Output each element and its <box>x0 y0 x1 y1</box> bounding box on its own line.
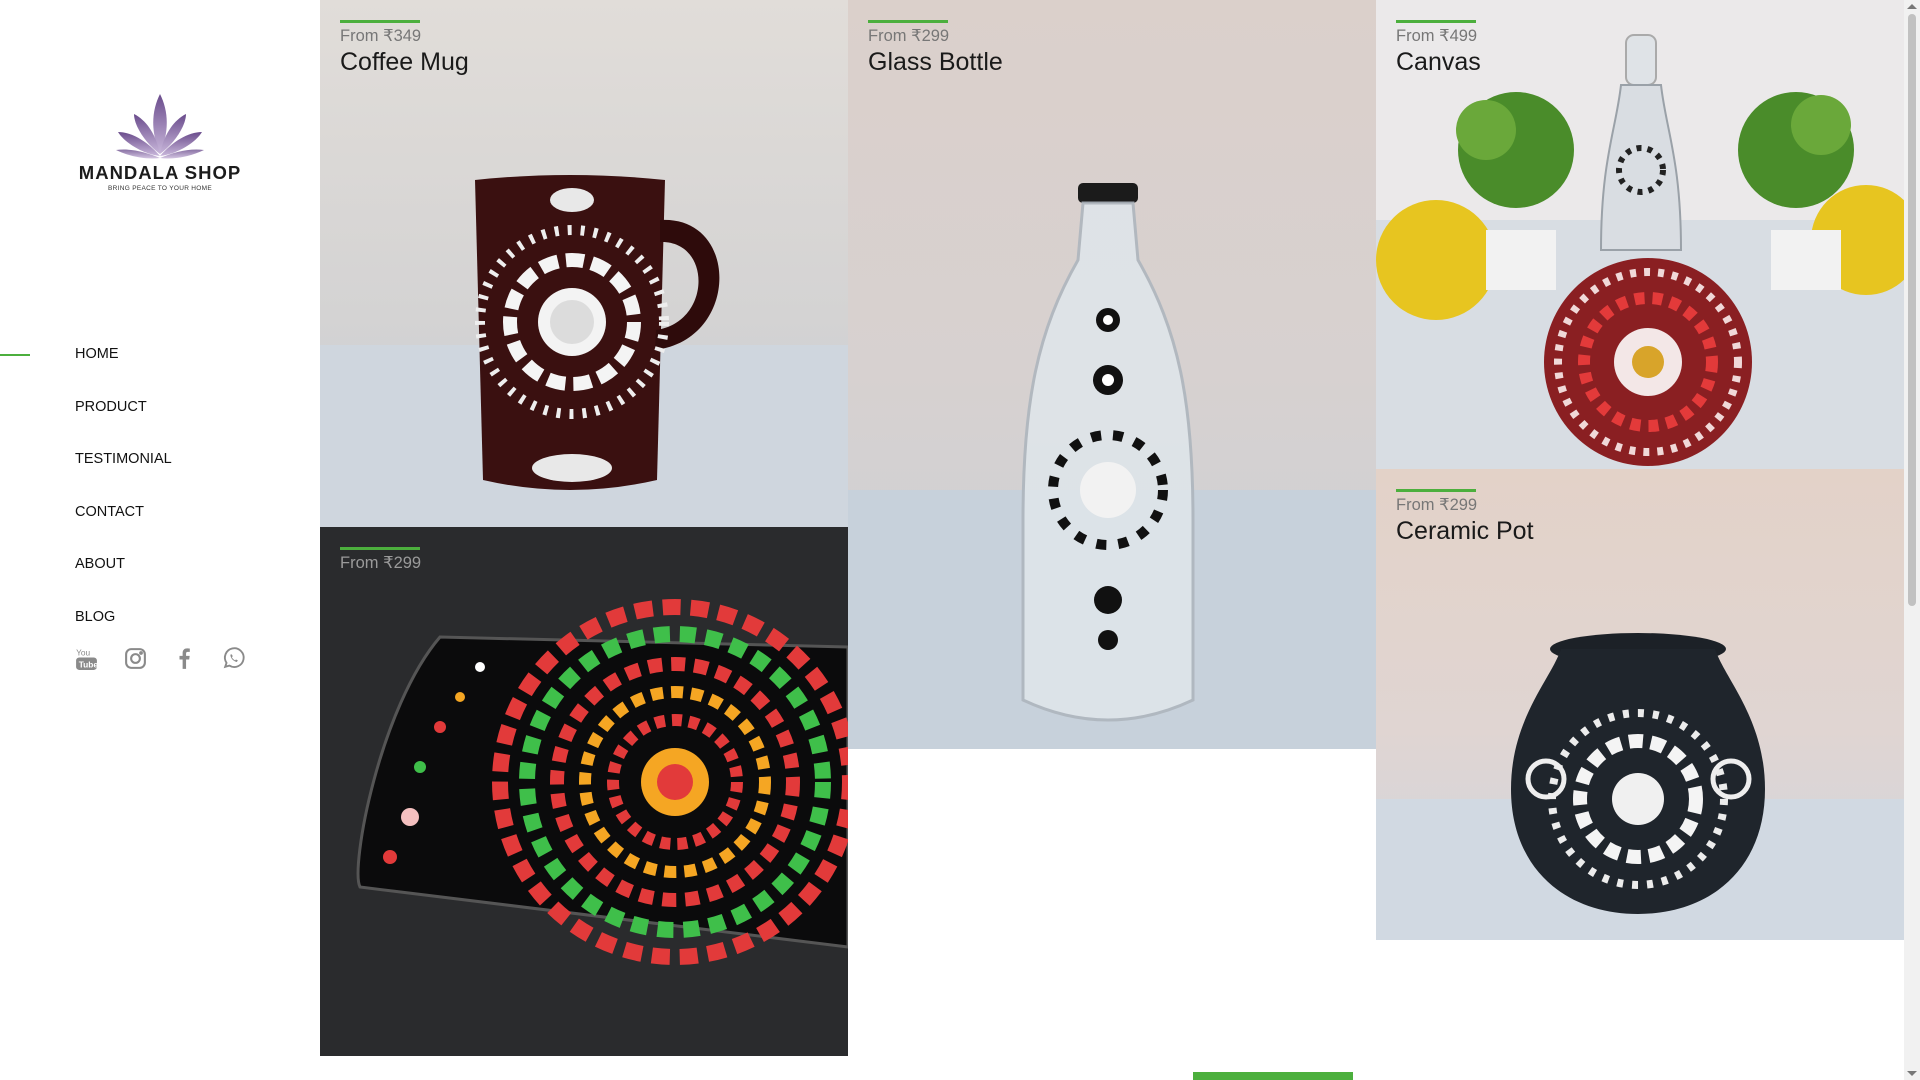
nav-link-about[interactable]: ABOUT <box>75 556 125 572</box>
product-card-coffee-mug[interactable]: From ₹349 Coffee Mug <box>320 0 848 527</box>
brand-name: MANDALA SHOP <box>78 162 242 183</box>
product-price: From ₹349 <box>340 27 422 45</box>
brand-tagline: BRING PEACE TO YOUR HOME <box>108 185 212 192</box>
price-accent-bar <box>340 547 420 550</box>
scrollbar-thumb[interactable] <box>1908 14 1916 606</box>
product-price: From ₹299 <box>1396 496 1478 514</box>
nav-link-home[interactable]: HOME <box>75 346 119 362</box>
product-price: From ₹299 <box>340 554 422 572</box>
brand-logo[interactable]: MANDALA SHOP BRING PEACE TO YOUR HOME <box>70 92 250 192</box>
coffee-mug-image <box>320 0 848 527</box>
product-title: Ceramic Pot <box>1396 517 1534 545</box>
price-accent-bar <box>1396 20 1476 23</box>
scroll-up-arrow-icon[interactable] <box>1907 4 1917 9</box>
product-price: From ₹299 <box>868 27 950 45</box>
nav-link-blog[interactable]: BLOG <box>75 609 115 625</box>
instagram-icon[interactable] <box>123 646 148 671</box>
nav-link-product[interactable]: PRODUCT <box>75 399 147 415</box>
load-more-button[interactable] <box>1193 1072 1353 1080</box>
youtube-icon[interactable]: You Tube <box>74 646 99 671</box>
facebook-icon[interactable] <box>172 646 197 671</box>
page-scrollbar[interactable] <box>1904 0 1920 1080</box>
price-accent-bar <box>868 20 948 23</box>
product-card-ceramic-pot[interactable]: From ₹299 Ceramic Pot <box>1376 469 1904 940</box>
sidebar: MANDALA SHOP BRING PEACE TO YOUR HOME HO… <box>0 0 320 1080</box>
glass-bottle-image <box>848 0 1376 749</box>
product-title: Canvas <box>1396 48 1481 76</box>
product-card-tray[interactable]: From ₹299 <box>320 527 848 1056</box>
whatsapp-icon[interactable] <box>221 646 246 671</box>
product-title: Glass Bottle <box>868 48 1003 76</box>
nav-link-contact[interactable]: CONTACT <box>75 504 144 520</box>
nav-link-testimonial[interactable]: TESTIMONIAL <box>75 451 172 467</box>
price-accent-bar <box>340 20 420 23</box>
price-accent-bar <box>1396 489 1476 492</box>
product-card-glass-bottle[interactable]: From ₹299 Glass Bottle <box>848 0 1376 749</box>
svg-text:Tube: Tube <box>79 659 99 669</box>
mandala-tray-image <box>320 527 848 1056</box>
social-links: You Tube <box>74 646 270 671</box>
lotus-logo-icon <box>116 94 204 159</box>
product-price: From ₹499 <box>1396 27 1478 45</box>
product-title: Coffee Mug <box>340 48 469 76</box>
svg-text:You: You <box>76 647 90 657</box>
active-nav-indicator <box>0 354 30 356</box>
product-card-canvas[interactable]: From ₹499 Canvas <box>1376 0 1904 469</box>
scroll-down-arrow-icon[interactable] <box>1907 1071 1917 1076</box>
product-grid: From ₹349 Coffee Mug From ₹299 Glass Bot… <box>320 0 1904 1080</box>
